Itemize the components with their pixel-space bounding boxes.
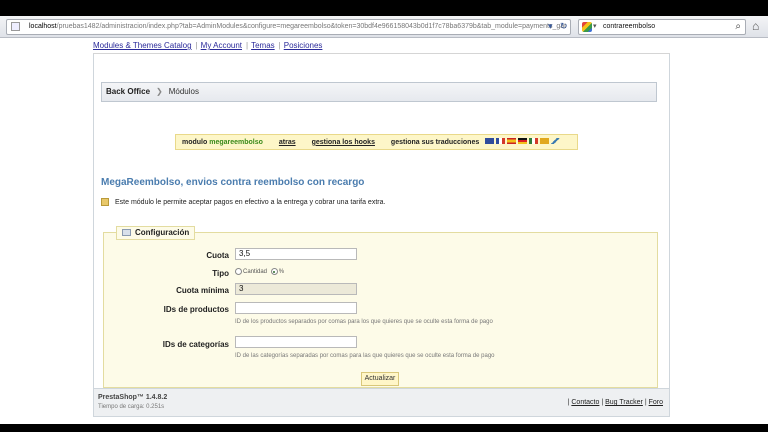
config-fieldset: Configuración Cuota 3,5 Tipo Cantidad % …: [103, 226, 658, 388]
breadcrumb-current: Módulos: [168, 87, 199, 96]
cuota-input[interactable]: 3,5: [235, 248, 357, 260]
ids-categorias-label: IDs de categorías: [162, 340, 229, 349]
chevron-down-icon[interactable]: ▾: [593, 20, 597, 34]
breadcrumb: Back Office ❯ Módulos: [101, 82, 657, 102]
config-legend: Configuración: [116, 226, 196, 240]
bug-tracker-link[interactable]: Bug Tracker: [605, 399, 643, 406]
page-icon: [11, 22, 20, 31]
footer-links: | Contacto | Bug Tracker | Foro: [568, 399, 663, 406]
ids-productos-label: IDs de productos: [163, 305, 229, 314]
menu-item-account[interactable]: My Account: [201, 41, 242, 50]
page-footer: PrestaShop™ 1.4.8.2 Tiempo de carga: 0.2…: [93, 388, 670, 417]
cuota-label: Cuota: [206, 251, 229, 260]
flag-fr-icon[interactable]: [496, 138, 506, 145]
tipo-cantidad-radio[interactable]: [235, 268, 242, 275]
pencil-icon[interactable]: [551, 138, 561, 145]
info-icon: [101, 198, 109, 206]
main-panel: Back Office ❯ Módulos modulo megareembolso…: [93, 54, 670, 416]
video-frame: localhost/pruebas1482/administracion/ind…: [0, 0, 768, 432]
module-title: MegaReembolso, envios contra reembolso c…: [101, 177, 365, 188]
ids-productos-input[interactable]: [235, 302, 357, 314]
flag-en-icon[interactable]: [485, 138, 495, 145]
tipo-label: Tipo: [212, 269, 229, 278]
module-toolbar-top: modulo megareembolso atras gestiona los …: [175, 134, 578, 150]
update-button[interactable]: Actualizar: [361, 372, 399, 386]
top-menu: Modules & Themes Catalog | My Account | Tema…: [93, 38, 670, 54]
search-icon[interactable]: ⌕: [735, 20, 741, 34]
menu-separator: |: [246, 41, 249, 50]
version-text: PrestaShop™ 1.4.8.2: [98, 394, 168, 401]
tipo-percent-radio[interactable]: [270, 268, 278, 275]
menu-separator: |: [195, 41, 198, 50]
back-link[interactable]: atras: [279, 139, 296, 146]
load-time-text: Tiempo de carga: 0.251s: [98, 404, 165, 410]
ids-productos-help: ID de los productos separados por comas …: [235, 319, 493, 325]
cuota-minima-input[interactable]: 3: [235, 283, 357, 295]
tipo-percent-label: %: [278, 269, 285, 276]
url-host: localhost: [29, 23, 57, 30]
flag-other-icon[interactable]: [540, 138, 550, 145]
google-icon: [582, 22, 592, 32]
settings-icon: [122, 229, 131, 237]
search-text: contrareembolso: [603, 23, 656, 30]
module-name: megareembolso: [209, 138, 263, 146]
dropdown-icon[interactable]: ▾: [548, 19, 553, 33]
browser-toolbar: localhost/pruebas1482/administracion/ind…: [0, 16, 768, 38]
config-legend-text: Configuración: [135, 228, 190, 237]
hooks-link[interactable]: gestiona los hooks: [312, 139, 375, 146]
forum-link[interactable]: Foro: [649, 399, 663, 406]
browser-window: localhost/pruebas1482/administracion/ind…: [0, 16, 768, 424]
module-description: Este módulo le permite aceptar pagos en …: [101, 198, 385, 206]
search-input[interactable]: ▾ contrareembolso ⌕: [578, 19, 746, 35]
page-content: Modules & Themes Catalog | My Account | Tema…: [0, 38, 768, 424]
chevron-right-icon: ❯: [156, 87, 163, 96]
cuota-minima-label: Cuota mínima: [176, 286, 229, 295]
ids-categorias-input[interactable]: [235, 336, 357, 348]
url-path: /pruebas1482/administracion/index.php?ta…: [56, 23, 567, 30]
language-flags: [485, 135, 562, 149]
menu-item-catalog[interactable]: Modules & Themes Catalog: [93, 41, 192, 50]
flag-de-icon[interactable]: [518, 138, 528, 145]
tipo-radio-group: Cantidad %: [235, 268, 284, 275]
flag-es-icon[interactable]: [507, 138, 517, 145]
home-icon[interactable]: ⌂: [752, 19, 759, 33]
module-prefix: modulo: [182, 138, 208, 146]
flag-it-icon[interactable]: [529, 138, 539, 145]
menu-item-positions[interactable]: Posiciones: [284, 41, 323, 50]
tipo-cantidad-label: Cantidad: [243, 269, 268, 276]
module-description-text: Este módulo le permite aceptar pagos en …: [115, 198, 386, 206]
menu-separator: |: [278, 41, 281, 50]
reload-icon[interactable]: ↻: [560, 19, 568, 33]
ids-categorias-help: ID de las categorías separadas por comas…: [235, 353, 495, 359]
breadcrumb-root[interactable]: Back Office: [106, 87, 150, 96]
menu-item-themes[interactable]: Temas: [251, 41, 275, 50]
contact-link[interactable]: Contacto: [571, 399, 599, 406]
translations-label: gestiona sus traducciones: [390, 138, 480, 146]
address-bar[interactable]: localhost/pruebas1482/administracion/ind…: [6, 19, 571, 35]
